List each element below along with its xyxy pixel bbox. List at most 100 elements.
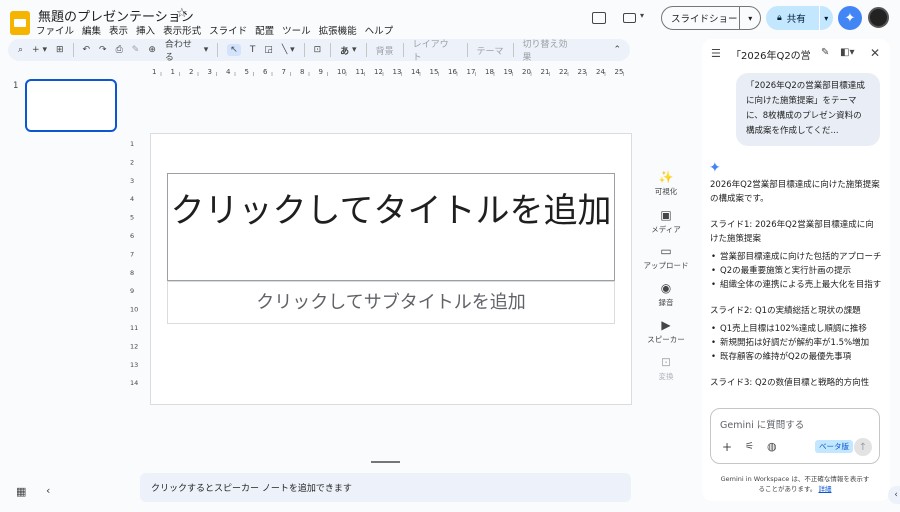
layout-button[interactable]: レイアウト [413,37,458,63]
menu-insert[interactable]: 挿入 [136,23,160,37]
slideshow-label[interactable]: スライドショー [662,11,739,25]
menu-help[interactable]: ヘルプ [365,23,399,37]
ruler-tick-label: 2 [189,68,193,76]
menu-edit[interactable]: 編集 [82,23,106,37]
ruler-tick-label: 3 [130,177,134,185]
add-frame-icon[interactable]: ⊞ [56,45,64,55]
convert-tool[interactable]: ⊡ 変換 [642,355,690,382]
star-icon[interactable]: ☆ [176,6,188,21]
speaker-notes[interactable]: クリックするとスピーカー ノートを追加できます [140,473,631,502]
chevron-up-icon[interactable]: ⌃ [614,45,622,55]
prompt-placeholder[interactable]: Gemini に質問する [720,417,804,431]
response-slide2-title: スライド2: Q1の実績総括と現状の課題 [710,306,861,316]
menu-icon[interactable]: ☰ [711,47,721,60]
select-cursor-icon[interactable]: ↖ [227,44,241,56]
speaker-tool[interactable]: ▶ スピーカー [642,318,690,345]
menu-tools[interactable]: ツール [282,23,316,37]
notes-resize-handle[interactable] [371,461,400,463]
add-comment-icon[interactable]: ⊡ [314,45,322,55]
gemini-sparkle-icon[interactable]: ✦ [838,6,862,30]
menu-slide[interactable]: スライド [209,23,252,37]
record-tool[interactable]: ◉ 録音 [642,281,690,308]
chevron-down-icon[interactable]: ▾ [740,14,760,23]
response-slide1-title: スライド1: 2026年Q2営業部目標達成に向けた施策提案 [710,220,874,244]
share-button[interactable]: 🔒︎ 共有 ▾ [766,6,833,30]
ruler-tick-label: 10 [130,306,138,314]
ruler-tick-label: 25 [615,68,624,76]
add-icon[interactable]: + [722,440,732,454]
visualize-tool[interactable]: ✨ 可視化 [642,170,690,197]
avatar[interactable] [868,7,889,28]
ruler-tick-label: 22 [559,68,568,76]
ruler-tick-label: 7 [282,68,286,76]
line-icon[interactable]: ╲ ▾ [282,45,295,55]
chevron-left-icon[interactable]: ‹ [888,486,900,504]
transition-button[interactable]: 切り替え効果 [523,37,577,63]
gemini-sparkle-icon: ✦ [709,160,721,176]
slide-thumbnail[interactable] [25,79,117,132]
chevron-down-icon[interactable]: ▾ [820,14,833,23]
redo-icon[interactable]: ↷ [99,45,107,55]
upload-tool[interactable]: ▭ アップロード [642,244,690,271]
ruler-tick-label: 10 [337,68,346,76]
response-slide2-list: Q1売上目標は102%達成し順調に推移 新規開拓は好調だが解約率が1.5%増加 … [710,322,882,364]
search-icon[interactable]: ⌕ [18,45,23,55]
ruler-tick-label: 4 [226,68,231,76]
zoom-select[interactable]: 合わせる ▾ [165,37,208,63]
menu-view[interactable]: 表示 [109,23,133,37]
menu-file[interactable]: ファイル [36,23,79,37]
list-item: 営業部目標達成に向けた包括的アプローチ [720,250,882,264]
toolbar: ⌕ + ▾ ⊞ ↶ ↷ ⎙ ✎ ⊕ 合わせる ▾ ↖ T ◲ ╲ ▾ ⊡ あ ▾… [8,37,630,63]
ruler-tick-label: 12 [374,68,383,76]
record-label: 録音 [658,298,674,307]
meet-camera-icon[interactable] [623,13,636,23]
chevron-down-icon[interactable]: ▾ [640,11,644,20]
ruler-tick-label: 14 [130,379,138,387]
list-item: 新規開拓は好調だが解約率が1.5%増加 [720,336,882,350]
ruler-tick-label: 24 [596,68,605,76]
text-box-icon[interactable]: T [250,45,256,55]
slideshow-button[interactable]: スライドショー ▾ [661,6,761,30]
chevron-down-icon[interactable]: ⌄ [860,82,867,91]
paint-format-icon[interactable]: ✎ [132,45,140,55]
chevron-left-icon[interactable]: ‹ [46,484,50,497]
send-icon[interactable]: ↑ [854,438,872,456]
title-placeholder[interactable]: クリックしてタイトルを追加 [167,173,615,281]
zoom-icon[interactable]: ⊕ [148,45,156,55]
ruler-tick-label: 9 [130,287,134,295]
undo-icon[interactable]: ↶ [83,45,91,55]
background-button[interactable]: 背景 [376,44,394,57]
menu-format[interactable]: 表示形式 [163,23,206,37]
list-item: Q2の最重要施策と実行計画の提示 [720,264,882,278]
shape-icon[interactable]: ◲ [264,45,273,55]
subtitle-placeholder[interactable]: クリックしてサブタイトルを追加 [167,281,615,324]
font-label: あ [340,46,350,57]
new-slide-icon[interactable]: + ▾ [32,45,47,55]
response-slide3-title: スライド3: Q2の数値目標と戦略的方向性 [710,378,870,388]
ruler-tick-label: 23 [578,68,587,76]
slides-logo[interactable] [10,11,30,35]
ruler-tick-label: 2 [130,158,134,166]
menu-extensions[interactable]: 拡張機能 [319,23,362,37]
gemini-response: 2026年Q2営業部目標達成に向けた施策提案の構成案です。 スライド1: 202… [710,178,882,402]
palette-icon[interactable]: ◍ [767,440,777,453]
disclaimer-text: Gemini in Workspace は、不正確な情報を表示することがあります… [720,475,870,493]
print-icon[interactable]: ⎙ [116,45,123,55]
response-slide1-list: 営業部目標達成に向けた包括的アプローチ Q2の最重要施策と実行計画の提示 組織全… [710,250,882,292]
font-select[interactable]: あ ▾ [340,44,356,57]
share-label[interactable]: 共有 [782,11,819,25]
comment-history-icon[interactable] [592,12,606,24]
menu-arrange[interactable]: 配置 [255,23,279,37]
list-item: Q1売上目標は102%達成し順調に推移 [720,322,882,336]
close-icon[interactable]: ✕ [870,46,880,60]
theme-button[interactable]: テーマ [477,44,504,57]
learn-more-link[interactable]: 詳細 [818,485,831,493]
view-mode-icon[interactable]: ◧▾ [840,47,854,58]
new-chat-icon[interactable]: ✎ [821,47,829,58]
speaker-label: スピーカー [647,335,685,344]
tune-icon[interactable]: ⚟ [745,441,754,452]
grid-view-icon[interactable]: ▦ [16,485,26,498]
beta-badge: ベータ版 [815,440,853,453]
media-tool[interactable]: ▣ メディア [642,208,690,235]
camera-icon: ▶ [661,318,671,332]
